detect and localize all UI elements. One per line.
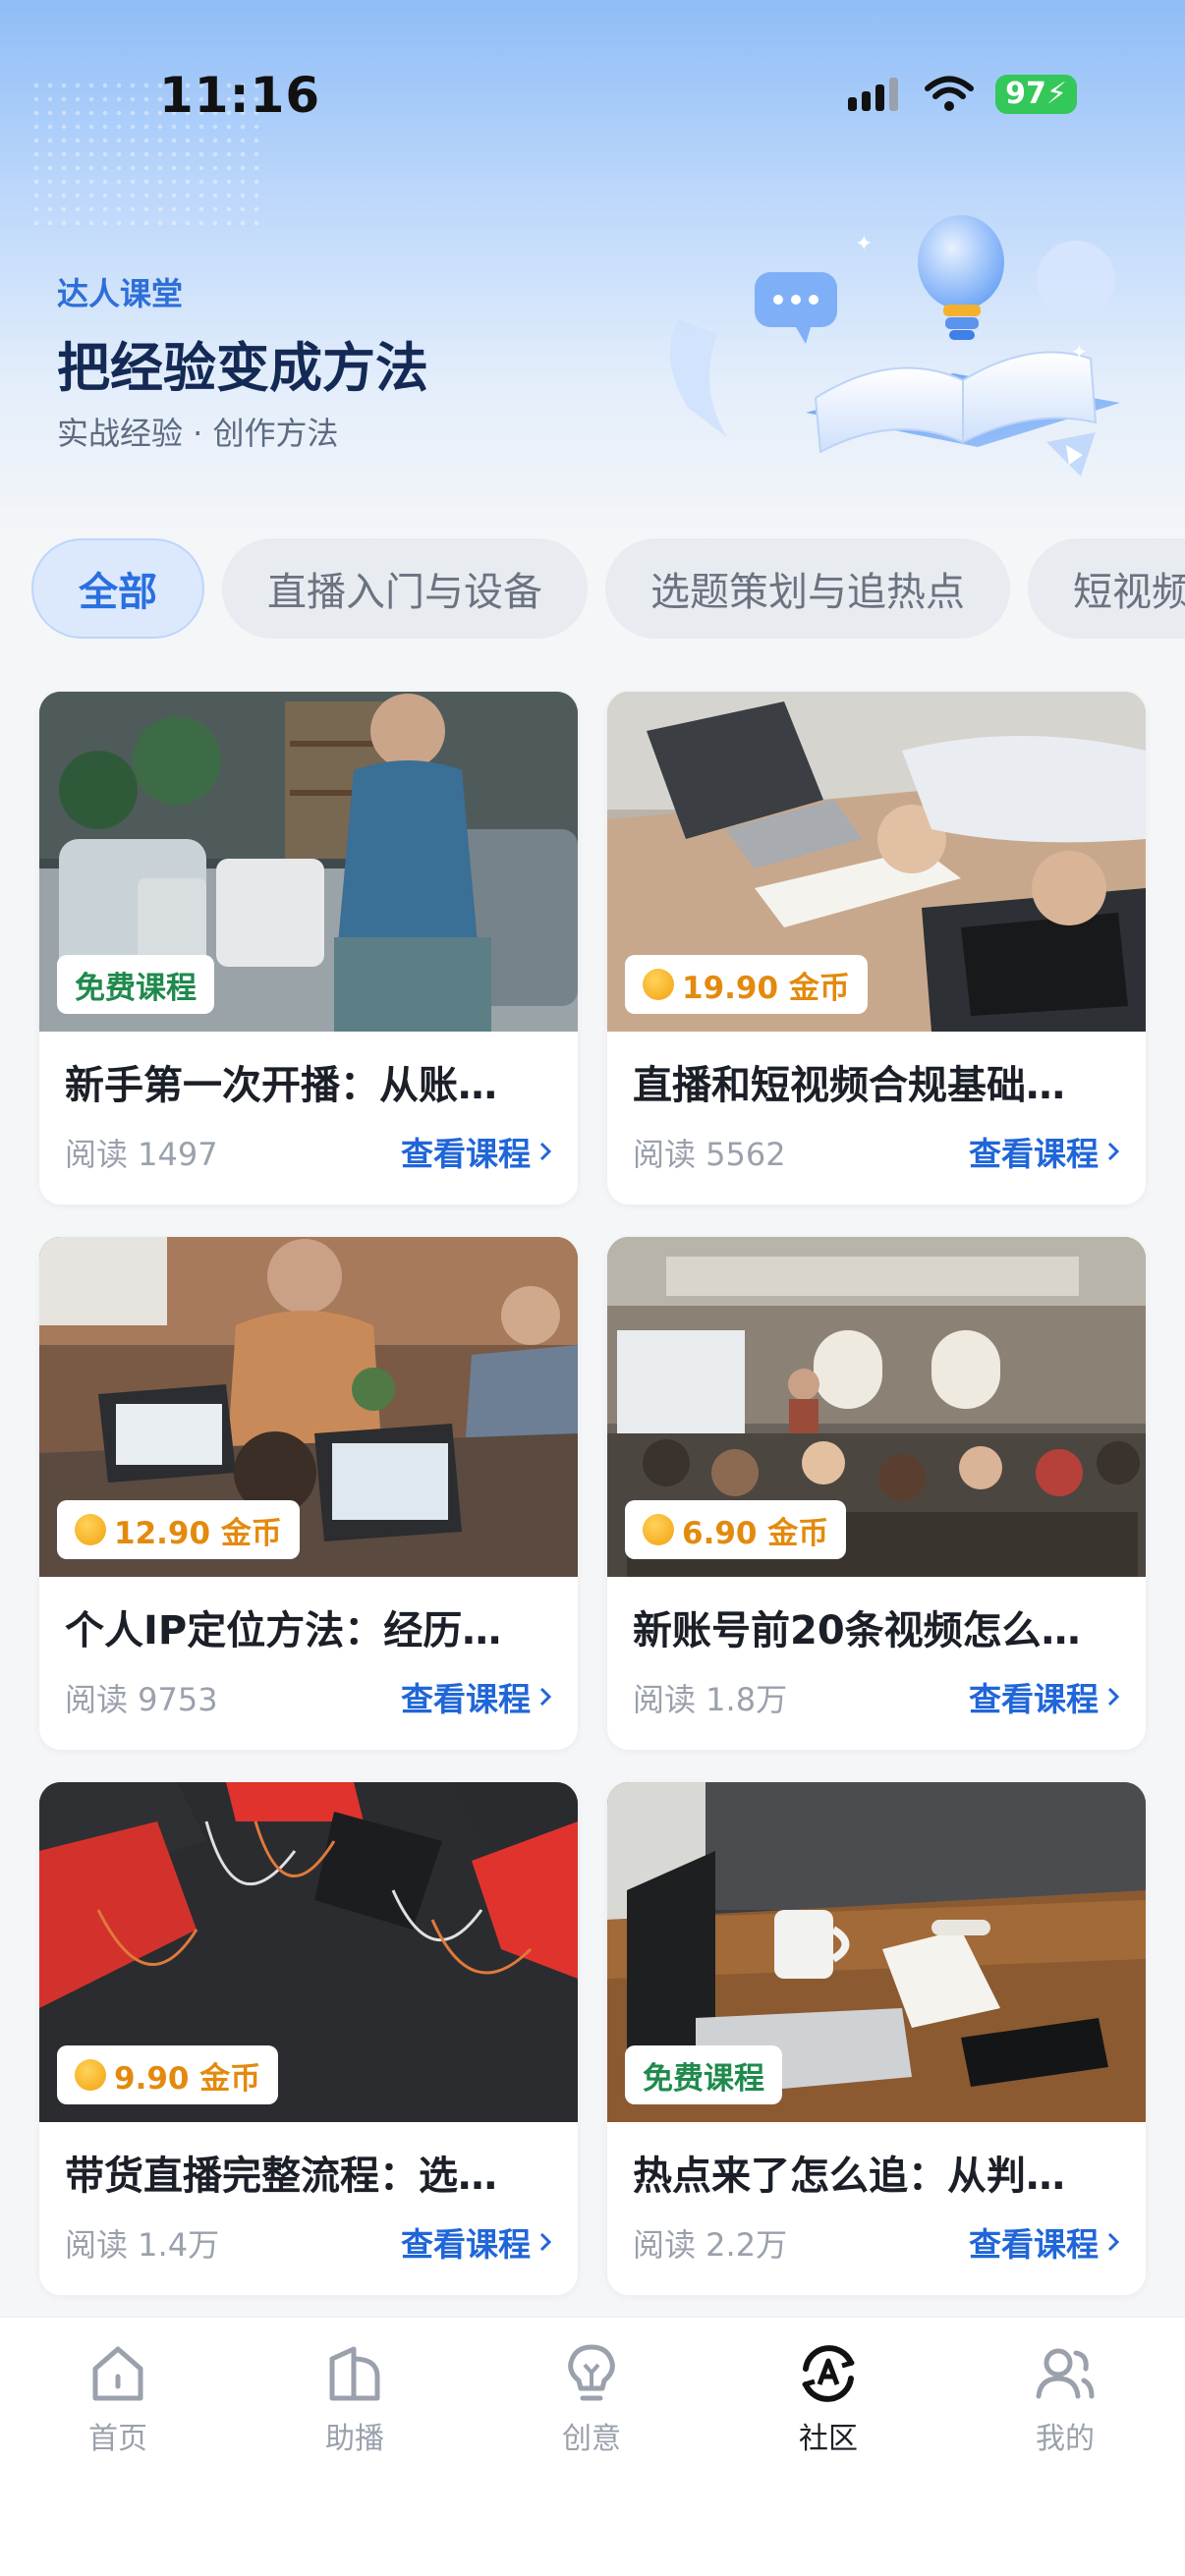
course-title: 新手第一次开播：从账… xyxy=(65,1063,497,1108)
coin-icon xyxy=(75,1514,106,1545)
nav-ideas[interactable]: 创意 xyxy=(503,2339,680,2457)
course-title: 热点来了怎么追：从判… xyxy=(633,2154,1065,2199)
tab-live-basics[interactable]: 直播入门与设备 xyxy=(222,538,588,639)
read-count: 阅读 2.2万 xyxy=(633,2226,788,2264)
view-course-link[interactable]: 查看课程 xyxy=(969,1128,1120,1175)
price-badge: 12.90 金币 xyxy=(57,1500,300,1559)
view-course-link[interactable]: 查看课程 xyxy=(969,1673,1120,1720)
battery-bolt-icon: ⚡ xyxy=(1045,77,1067,111)
hero-eyebrow: 达人课堂 xyxy=(57,275,184,312)
badge-label: 6.90 金币 xyxy=(682,1515,829,1551)
page-title: 把经验变成方法 xyxy=(57,337,428,399)
course-thumbnail: 6.90 金币 xyxy=(607,1237,1146,1577)
coin-icon xyxy=(643,1514,674,1545)
read-count: 阅读 1.8万 xyxy=(633,1681,788,1718)
hero-subtitle: 实战经验 · 创作方法 xyxy=(57,415,339,452)
badge-label: 9.90 金币 xyxy=(114,2060,261,2097)
assistant-icon xyxy=(329,2346,380,2401)
chevron-right-icon xyxy=(539,1142,552,1161)
course-title: 直播和短视频合规基础… xyxy=(633,1063,1065,1108)
coin-icon xyxy=(643,969,674,1000)
nav-label: 社区 xyxy=(799,2422,858,2456)
course-thumbnail: 免费课程 xyxy=(39,692,578,1032)
nav-label: 我的 xyxy=(1036,2422,1095,2456)
nav-home[interactable]: 首页 xyxy=(29,2339,206,2457)
status-icons: 97⚡ xyxy=(846,75,1077,114)
home-icon xyxy=(92,2346,143,2401)
read-count: 阅读 1497 xyxy=(65,1136,218,1173)
view-course-link[interactable]: 查看课程 xyxy=(969,2218,1120,2266)
view-course-link[interactable]: 查看课程 xyxy=(401,2218,552,2266)
view-course-label: 查看课程 xyxy=(969,1135,1099,1173)
status-time: 11:16 xyxy=(159,67,321,124)
view-course-link[interactable]: 查看课程 xyxy=(401,1128,552,1175)
nav-label: 助播 xyxy=(325,2422,384,2456)
read-count: 阅读 5562 xyxy=(633,1136,786,1173)
price-badge: 9.90 金币 xyxy=(57,2045,279,2104)
battery-level: 97 xyxy=(1005,77,1046,111)
course-thumbnail: 9.90 金币 xyxy=(39,1782,578,2122)
chevron-right-icon xyxy=(1107,2232,1120,2252)
book-lightbulb-illustration: ✦ ✦ xyxy=(670,215,1120,476)
chevron-right-icon xyxy=(539,2232,552,2252)
course-title: 新账号前20条视频怎么… xyxy=(633,1608,1081,1653)
view-course-label: 查看课程 xyxy=(401,2225,531,2264)
course-card[interactable]: 免费课程 热点来了怎么追：从判… 阅读 2.2万 查看课程 xyxy=(607,1782,1146,2295)
course-title: 个人IP定位方法：经历… xyxy=(65,1608,502,1653)
svg-text:✦: ✦ xyxy=(855,232,873,256)
nav-community[interactable]: 社区 xyxy=(740,2339,917,2457)
nav-label: 首页 xyxy=(88,2422,147,2456)
chevron-right-icon xyxy=(539,1687,552,1707)
price-badge: 19.90 金币 xyxy=(625,955,868,1014)
badge-label: 19.90 金币 xyxy=(682,970,850,1006)
price-badge: 6.90 金币 xyxy=(625,1500,847,1559)
badge-label: 12.90 金币 xyxy=(114,1515,282,1551)
battery-indicator: 97⚡ xyxy=(995,75,1077,114)
community-icon xyxy=(802,2345,855,2402)
nav-assistant[interactable]: 助播 xyxy=(266,2339,443,2457)
category-tabs: 全部 直播入门与设备 选题策划与追热点 短视频 xyxy=(31,538,1185,639)
course-thumbnail: 19.90 金币 xyxy=(607,692,1146,1032)
badge-label: 免费课程 xyxy=(643,2060,764,2097)
course-title: 带货直播完整流程：选… xyxy=(65,2154,497,2199)
lightbulb-icon xyxy=(568,2344,615,2401)
free-badge: 免费课程 xyxy=(57,955,214,1014)
chevron-right-icon xyxy=(1107,1687,1120,1707)
view-course-label: 查看课程 xyxy=(969,1680,1099,1718)
tab-all[interactable]: 全部 xyxy=(31,538,204,639)
profile-icon xyxy=(1036,2348,1095,2399)
read-count: 阅读 1.4万 xyxy=(65,2226,220,2264)
nav-label: 创意 xyxy=(562,2422,621,2456)
view-course-label: 查看课程 xyxy=(969,2225,1099,2264)
bottom-navigation: 首页 助播 创意 社区 我的 xyxy=(0,2317,1185,2576)
badge-label: 免费课程 xyxy=(75,970,197,1006)
coin-icon xyxy=(75,2059,106,2091)
course-card[interactable]: 9.90 金币 带货直播完整流程：选… 阅读 1.4万 查看课程 xyxy=(39,1782,578,2295)
course-card[interactable]: 6.90 金币 新账号前20条视频怎么… 阅读 1.8万 查看课程 xyxy=(607,1237,1146,1750)
view-course-label: 查看课程 xyxy=(401,1680,531,1718)
course-thumbnail: 12.90 金币 xyxy=(39,1237,578,1577)
tab-short-video[interactable]: 短视频 xyxy=(1028,538,1185,639)
tab-topic-planning[interactable]: 选题策划与追热点 xyxy=(605,538,1010,639)
wifi-icon xyxy=(925,76,975,111)
svg-text:✦: ✦ xyxy=(1071,340,1088,364)
nav-profile[interactable]: 我的 xyxy=(977,2339,1154,2457)
chevron-right-icon xyxy=(1107,1142,1120,1161)
signal-icon xyxy=(848,78,899,111)
view-course-link[interactable]: 查看课程 xyxy=(401,1673,552,1720)
read-count: 阅读 9753 xyxy=(65,1681,218,1718)
free-badge: 免费课程 xyxy=(625,2045,782,2104)
course-thumbnail: 免费课程 xyxy=(607,1782,1146,2122)
course-card[interactable]: 19.90 金币 直播和短视频合规基础… 阅读 5562 查看课程 xyxy=(607,692,1146,1204)
view-course-label: 查看课程 xyxy=(401,1135,531,1173)
course-card[interactable]: 12.90 金币 个人IP定位方法：经历… 阅读 9753 查看课程 xyxy=(39,1237,578,1750)
course-card[interactable]: 免费课程 新手第一次开播：从账… 阅读 1497 查看课程 xyxy=(39,692,578,1204)
